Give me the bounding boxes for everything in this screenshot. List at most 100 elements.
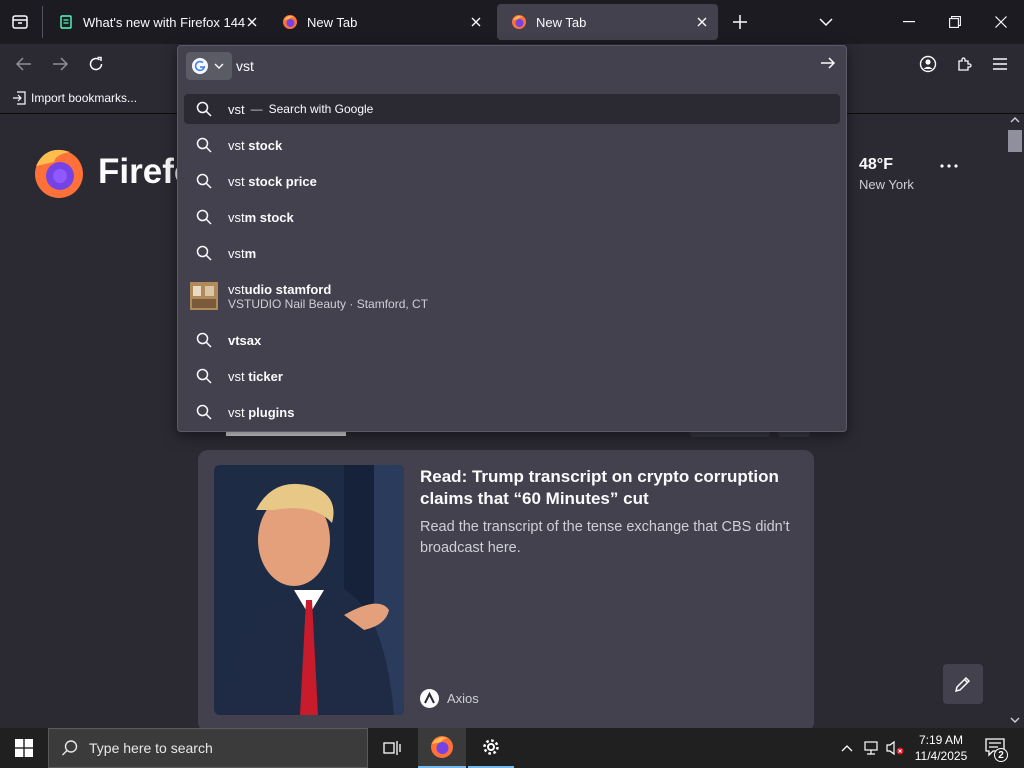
account-button[interactable]	[918, 54, 938, 74]
suggestion-completion: m stock	[244, 209, 294, 225]
suggestion-hint: Search with Google	[268, 102, 374, 116]
suggestion-row[interactable]: vst — Search with Google	[184, 94, 840, 124]
close-tab-icon[interactable]	[694, 14, 710, 30]
app-menu-button[interactable]	[990, 54, 1010, 74]
close-tab-icon[interactable]	[244, 14, 260, 30]
suggestion-row-place[interactable]: vstudio stamford VSTUDIO Nail Beauty · S…	[184, 274, 840, 318]
start-button[interactable]	[0, 728, 48, 768]
search-icon	[196, 173, 212, 189]
section-button-partial[interactable]	[778, 432, 810, 437]
search-icon	[196, 245, 212, 261]
hamburger-menu-icon	[993, 58, 1007, 70]
urlbar-panel: vst vst — Search with Google vst stock v…	[177, 45, 847, 432]
network-status[interactable]	[860, 728, 882, 768]
story-title[interactable]: Read: Trump transcript on crypto corrupt…	[420, 466, 800, 510]
import-bookmarks-label: Import bookmarks...	[31, 91, 138, 105]
place-thumbnail	[190, 282, 218, 310]
volume-muted-icon	[886, 740, 904, 756]
suggestion-row[interactable]: vst m	[184, 238, 840, 268]
list-all-tabs-button[interactable]	[816, 12, 836, 32]
urlbar[interactable]: vst	[184, 50, 840, 82]
suggestion-completion: ticker	[244, 368, 283, 384]
firefox-icon	[431, 736, 453, 758]
search-icon	[196, 368, 212, 384]
suggestion-completion: udio stamford	[244, 281, 332, 297]
suggestion-typed: vst	[228, 368, 245, 384]
story-source: Axios	[420, 689, 479, 708]
forward-arrow-icon	[53, 57, 68, 71]
story-source-name: Axios	[447, 691, 479, 706]
task-view-icon	[383, 741, 401, 755]
restore-button[interactable]	[944, 12, 966, 32]
suggestion-typed: vst	[228, 245, 245, 261]
firefox-view-button[interactable]	[10, 12, 30, 32]
go-arrow-icon	[821, 57, 836, 69]
tab-new-tab-active[interactable]: New Tab	[497, 4, 718, 40]
go-button[interactable]	[820, 56, 836, 70]
volume-button[interactable]	[884, 728, 906, 768]
urlbar-input[interactable]: vst	[236, 58, 254, 74]
weather-city: New York	[859, 177, 914, 192]
document-favicon-icon	[58, 14, 74, 30]
minimize-button[interactable]	[898, 12, 920, 32]
tab-whats-new[interactable]: What's new with Firefox 144	[44, 4, 268, 40]
tab-strip: What's new with Firefox 144 New Tab New …	[0, 0, 1024, 44]
taskbar-settings[interactable]	[468, 728, 514, 768]
tab-title: New Tab	[536, 14, 587, 30]
close-window-button[interactable]	[990, 12, 1012, 32]
gear-icon	[483, 739, 499, 755]
task-view-button[interactable]	[370, 728, 414, 768]
weather-widget[interactable]: 48°F New York	[859, 156, 914, 192]
chevron-down-icon	[819, 18, 833, 27]
taskbar-search-box[interactable]: Type here to search	[48, 728, 368, 768]
reload-button[interactable]	[86, 54, 106, 74]
plus-icon	[733, 15, 747, 29]
notification-count: 2	[994, 748, 1008, 762]
network-icon	[864, 741, 878, 755]
tab-new-tab-1[interactable]: New Tab	[268, 4, 492, 40]
divider	[42, 6, 43, 38]
extensions-button[interactable]	[954, 54, 974, 74]
suggestion-row[interactable]: vst ticker	[184, 361, 840, 391]
google-icon	[192, 58, 208, 74]
scrollbar-thumb[interactable]	[1008, 130, 1022, 152]
more-dots-icon	[940, 164, 958, 168]
suggestion-row[interactable]: vst plugins	[184, 397, 840, 427]
customize-button[interactable]	[943, 664, 983, 704]
clock-time: 7:19 AM	[918, 733, 964, 747]
windows-taskbar: Type here to search 7:19 AM 11/4/2025 2	[0, 728, 1024, 768]
suggestion-typed: vst	[228, 101, 245, 117]
chevron-up-icon	[841, 745, 853, 752]
scroll-up-icon[interactable]	[1010, 116, 1020, 124]
pencil-icon	[954, 676, 971, 693]
suggestion-row[interactable]: vst stock	[184, 130, 840, 160]
windows-logo-icon	[15, 739, 33, 757]
suggestion-row[interactable]: vst stock price	[184, 166, 840, 196]
taskbar-search-placeholder: Type here to search	[89, 740, 213, 756]
show-hidden-icons-button[interactable]	[838, 728, 856, 768]
suggestion-row[interactable]: vst m stock	[184, 202, 840, 232]
restore-icon	[949, 16, 961, 28]
puzzle-icon	[958, 57, 972, 71]
import-bookmarks-button[interactable]: Import bookmarks...	[12, 91, 137, 105]
search-icon	[196, 404, 212, 420]
search-icon	[196, 137, 212, 153]
forward-button[interactable]	[50, 54, 70, 74]
clock[interactable]: 7:19 AM 11/4/2025	[908, 728, 974, 768]
taskbar-firefox[interactable]	[418, 728, 466, 768]
search-icon	[196, 209, 212, 225]
new-tab-button[interactable]	[730, 12, 750, 32]
notifications-button[interactable]: 2	[976, 728, 1016, 768]
story-card[interactable]: Read: Trump transcript on crypto corrupt…	[198, 450, 814, 732]
suggestion-typed: vst	[228, 209, 245, 225]
suggestion-completion: stock	[244, 137, 283, 153]
weather-menu-button[interactable]	[940, 164, 962, 180]
suggestion-typed: vst	[228, 137, 245, 153]
back-button[interactable]	[14, 54, 34, 74]
close-tab-icon[interactable]	[468, 14, 484, 30]
suggestion-row[interactable]: vtsax	[184, 325, 840, 355]
section-button-partial[interactable]	[690, 432, 770, 437]
scroll-down-icon[interactable]	[1010, 716, 1020, 724]
search-engine-button[interactable]	[186, 52, 232, 80]
scrollbar[interactable]	[1006, 114, 1024, 728]
